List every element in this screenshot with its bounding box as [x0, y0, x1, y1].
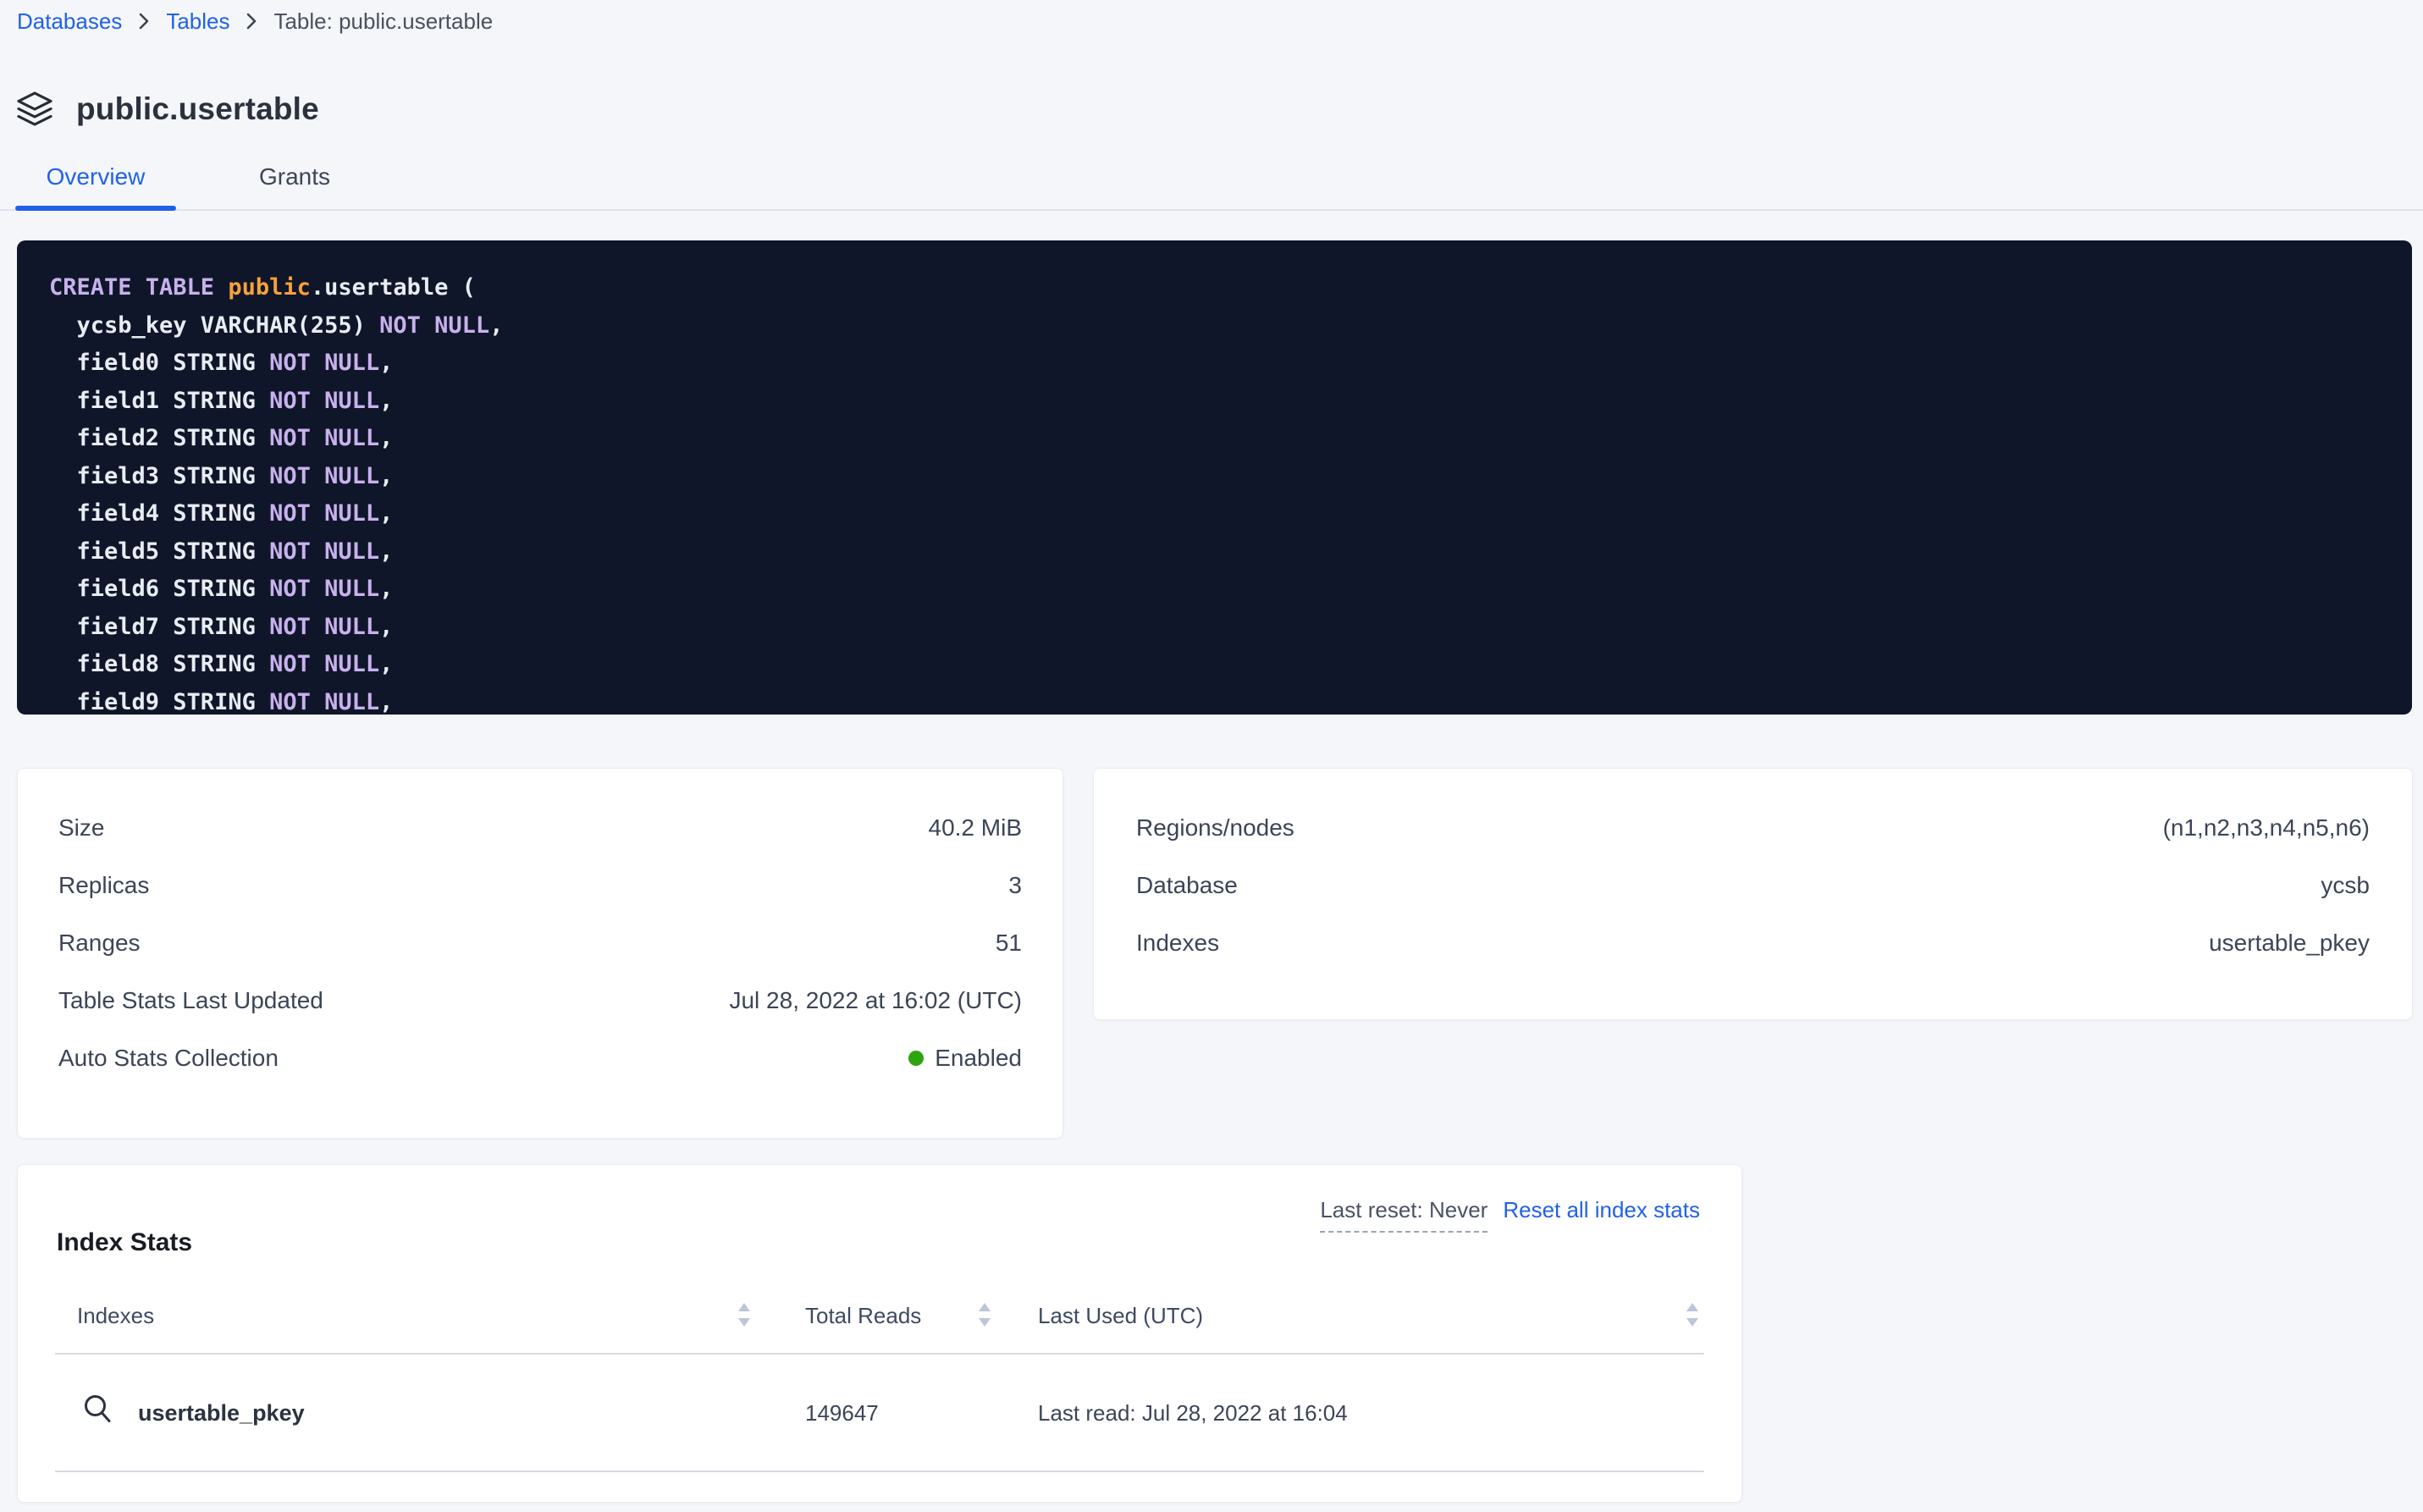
stat-value: usertable_pkey	[2209, 930, 2370, 957]
stat-row: Ranges 51	[58, 914, 1022, 972]
table-header-divider	[55, 1353, 1704, 1355]
stat-label: Ranges	[58, 930, 141, 957]
last-used-cell: Last read: Jul 28, 2022 at 16:04	[1038, 1397, 1348, 1429]
stat-row: Auto Stats Collection Enabled	[58, 1029, 1022, 1087]
table-details-page: Databases Tables Table: public.usertable p…	[0, 0, 2423, 1512]
stat-value: 40.2 MiB	[929, 814, 1023, 842]
stat-value: 3	[1008, 872, 1022, 899]
sql-line: field5 STRING NOT NULL,	[49, 533, 2380, 571]
sort-icon[interactable]	[737, 1302, 751, 1327]
page-title: public.usertable	[76, 91, 319, 127]
stat-label: Indexes	[1136, 930, 1219, 957]
sort-icon[interactable]	[978, 1302, 991, 1327]
status-dot-icon	[908, 1051, 924, 1066]
stat-row: Table Stats Last Updated Jul 28, 2022 at …	[58, 972, 1022, 1029]
total-reads-cell: 149647	[805, 1397, 879, 1429]
sql-line: CREATE TABLE public.usertable (	[49, 269, 2380, 307]
stat-label: Regions/nodes	[1136, 814, 1294, 842]
tab-overview[interactable]: Overview	[15, 151, 176, 203]
tab-grants[interactable]: Grants	[214, 151, 375, 203]
table-details-card: Size 40.2 MiB Replicas 3 Ranges 51 Table Stats…	[17, 768, 1063, 1139]
breadcrumb-item-databases[interactable]: Databases	[17, 8, 122, 35]
stat-label: Auto Stats Collection	[58, 1045, 279, 1072]
stat-row: Indexes usertable_pkey	[1136, 914, 2370, 972]
table-row-divider	[55, 1471, 1704, 1472]
stat-value: Enabled	[908, 1045, 1022, 1072]
sql-line: field1 STRING NOT NULL,	[49, 383, 2380, 421]
create-table-statement: CREATE TABLE public.usertable ( ycsb_key…	[17, 240, 2412, 715]
breadcrumb-chevron-icon	[137, 9, 151, 33]
index-name-cell[interactable]: usertable_pkey	[138, 1397, 305, 1429]
stat-value: 51	[996, 930, 1022, 957]
column-header-total-reads[interactable]: Total Reads	[805, 1300, 921, 1331]
tabs-divider	[0, 209, 2423, 211]
sql-line: field0 STRING NOT NULL,	[49, 345, 2380, 383]
sql-line: field4 STRING NOT NULL,	[49, 495, 2380, 533]
stat-row: Database ycsb	[1136, 857, 2370, 914]
breadcrumb-item-tables[interactable]: Tables	[166, 8, 229, 35]
sql-line: field6 STRING NOT NULL,	[49, 571, 2380, 609]
stat-value: (n1,n2,n3,n4,n5,n6)	[2163, 814, 2370, 842]
sql-line: field3 STRING NOT NULL,	[49, 458, 2380, 496]
stat-value: Jul 28, 2022 at 16:02 (UTC)	[729, 987, 1022, 1014]
stat-row: Replicas 3	[58, 857, 1022, 914]
stat-label: Replicas	[58, 872, 149, 899]
active-tab-underline	[15, 206, 176, 211]
stat-row: Regions/nodes (n1,n2,n3,n4,n5,n6)	[1136, 799, 2370, 857]
breadcrumb-item-table-public-usertable: Table: public.usertable	[273, 8, 493, 35]
stat-row: Size 40.2 MiB	[58, 799, 1022, 857]
column-header-indexes[interactable]: Indexes	[77, 1300, 154, 1331]
stat-label: Database	[1136, 872, 1238, 899]
sort-icon[interactable]	[1686, 1302, 1699, 1327]
breadcrumb-chevron-icon	[245, 9, 258, 33]
index-search-icon[interactable]	[80, 1392, 116, 1432]
table-stack-icon	[15, 90, 54, 129]
table-topology-card: Regions/nodes (n1,n2,n3,n4,n5,n6) Database…	[1093, 768, 2413, 1020]
sql-line: field8 STRING NOT NULL,	[49, 646, 2380, 684]
page-title-row: public.usertable	[15, 70, 319, 148]
index-stats-card: Index Stats Last reset: Never Reset all …	[17, 1164, 1742, 1503]
index-stats-table: Indexes Total Reads Last Used (UTC) user…	[55, 1165, 1704, 1502]
sql-line: field9 STRING NOT NULL,	[49, 684, 2380, 715]
stat-label: Size	[58, 814, 104, 842]
stat-value: ycsb	[2321, 872, 2370, 899]
breadcrumb: Databases Tables Table: public.usertable	[17, 5, 493, 37]
sql-line: ycsb_key VARCHAR(255) NOT NULL,	[49, 307, 2380, 345]
stat-label: Table Stats Last Updated	[58, 987, 323, 1014]
column-header-last-used[interactable]: Last Used (UTC)	[1038, 1300, 1203, 1331]
sql-line: field2 STRING NOT NULL,	[49, 420, 2380, 458]
sql-line: field7 STRING NOT NULL,	[49, 609, 2380, 647]
